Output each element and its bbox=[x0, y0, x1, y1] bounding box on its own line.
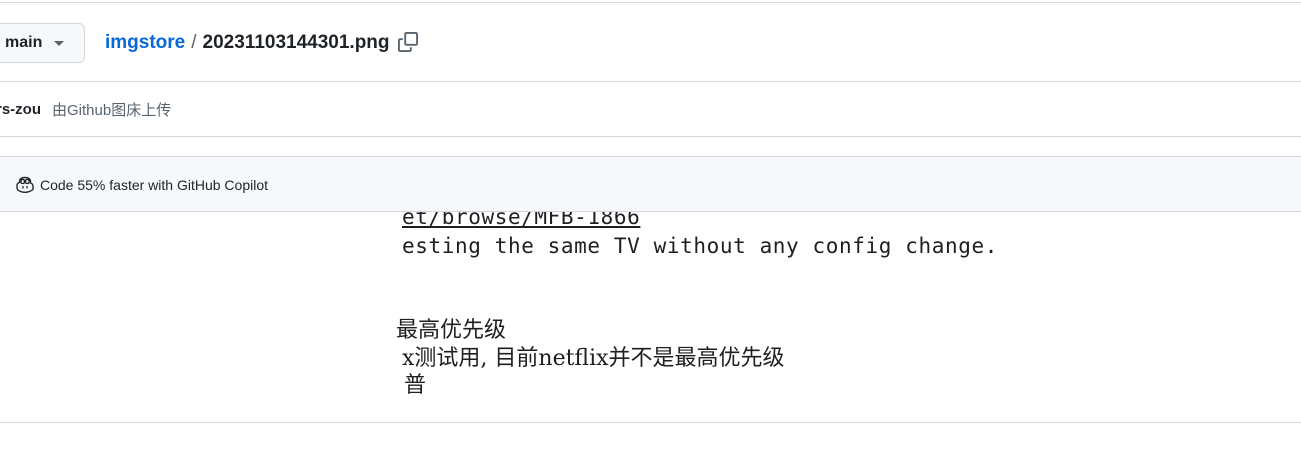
header-divider bbox=[0, 81, 1301, 82]
copilot-promo-button[interactable]: Code 55% faster with GitHub Copilot bbox=[15, 175, 268, 195]
file-view-page: main imgstore / 20231103144301.png rs-zo… bbox=[0, 0, 1301, 461]
image-text-line-5: 普 bbox=[404, 373, 427, 398]
commit-divider bbox=[0, 136, 1301, 137]
copy-icon bbox=[398, 32, 418, 52]
image-text-line-1: et/browse/MFB-1866 bbox=[402, 212, 641, 229]
breadcrumb-repo-link[interactable]: imgstore bbox=[105, 32, 185, 54]
breadcrumb-file-name: 20231103144301.png bbox=[202, 32, 390, 53]
commit-message-link[interactable]: 由Github图床上传 bbox=[52, 99, 171, 120]
triangle-down-icon bbox=[54, 41, 64, 46]
image-bottom-divider bbox=[0, 422, 1301, 423]
breadcrumb-separator: / bbox=[191, 32, 197, 53]
image-text-line-2: esting the same TV without any config ch… bbox=[402, 234, 998, 258]
branch-selector-button[interactable]: main bbox=[0, 23, 85, 63]
breadcrumb: imgstore / 20231103144301.png bbox=[105, 31, 390, 55]
branch-label: main bbox=[5, 34, 43, 51]
copilot-icon bbox=[16, 176, 34, 194]
copy-path-button[interactable] bbox=[396, 30, 420, 54]
top-divider bbox=[0, 2, 1301, 3]
copilot-banner: Code 55% faster with GitHub Copilot bbox=[0, 156, 1301, 212]
image-preview: et/browse/MFB-1866 esting the same TV wi… bbox=[0, 212, 1301, 422]
commit-author-link[interactable]: rs-zou bbox=[0, 101, 41, 118]
latest-commit-row: rs-zou 由Github图床上传 bbox=[0, 98, 171, 120]
copilot-promo-label: Code 55% faster with GitHub Copilot bbox=[40, 177, 268, 193]
image-text-line-4: x测试用, 目前netflix并不是最高优先级 bbox=[402, 346, 785, 371]
